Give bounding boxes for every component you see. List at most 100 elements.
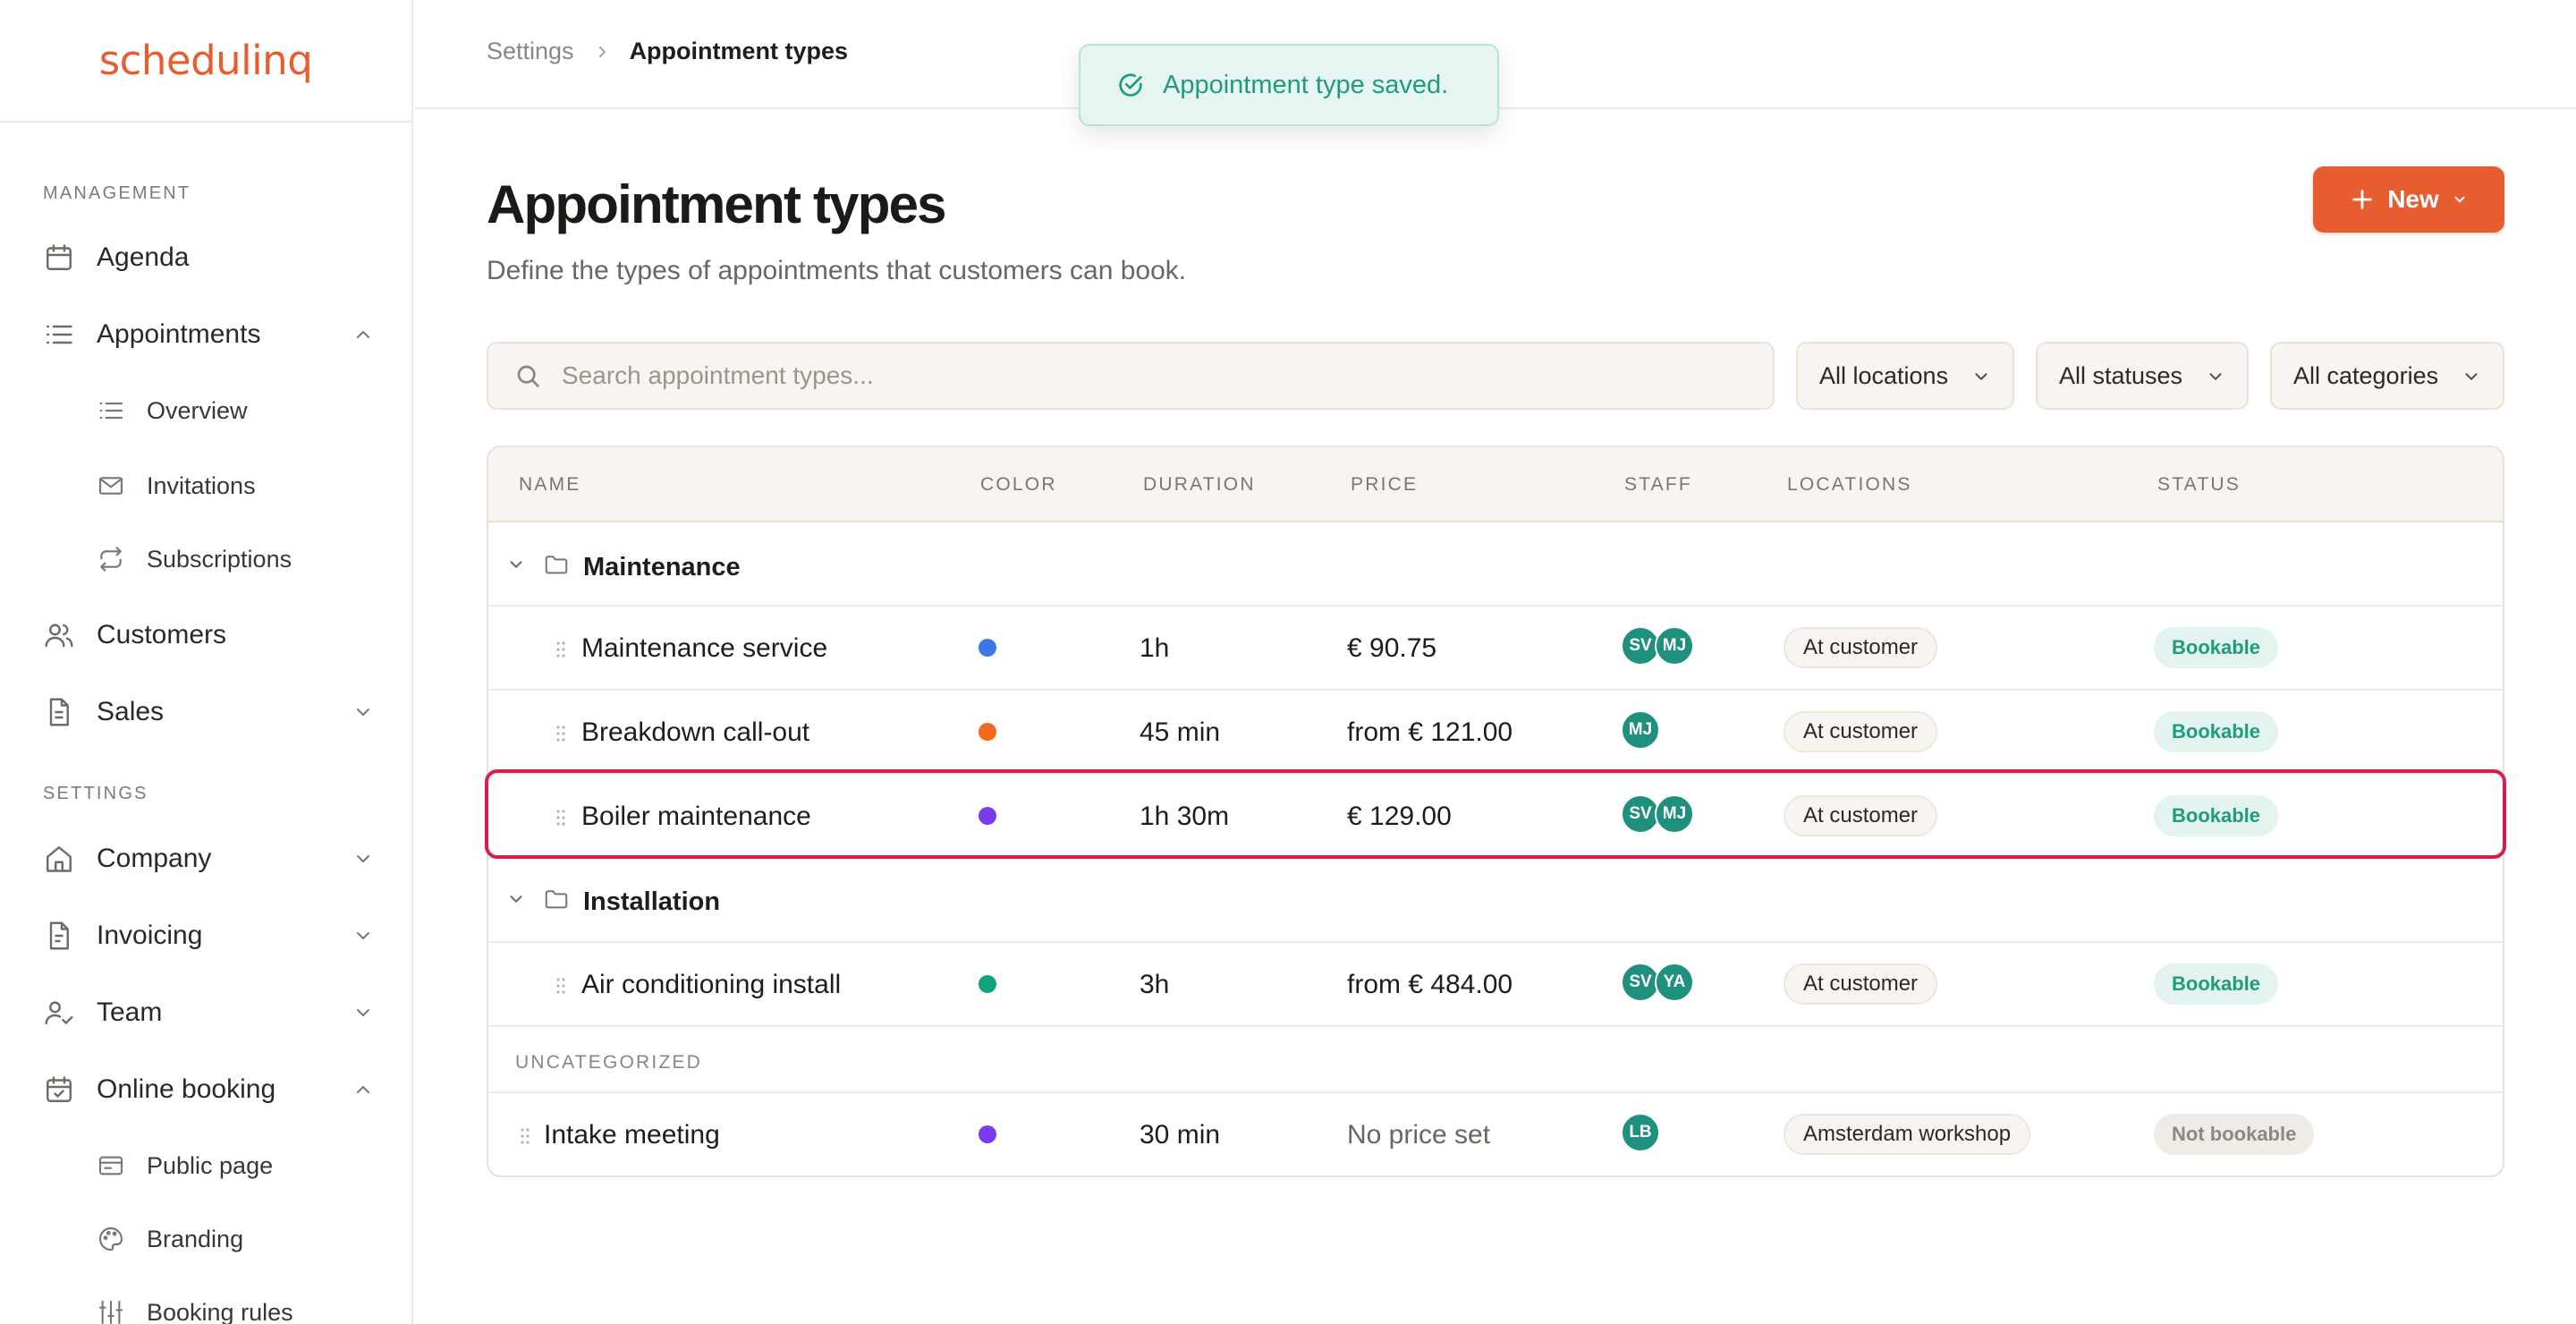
- sidebar-item-booking-rules[interactable]: Booking rules: [97, 1290, 365, 1324]
- sidebar-item-sales[interactable]: Sales: [43, 687, 374, 737]
- appointment-name[interactable]: Breakdown call-out: [581, 717, 809, 748]
- user-check-icon: [43, 997, 75, 1029]
- sidebar-item-label: Invoicing: [97, 921, 203, 950]
- search-field[interactable]: [487, 342, 1775, 410]
- appointment-types-table: NAME COLOR DURATION PRICE STAFF LOCATION…: [487, 446, 2504, 1177]
- drag-handle-icon[interactable]: [555, 639, 567, 660]
- category-filter-label: All categories: [2293, 361, 2439, 389]
- avatar[interactable]: MJ: [1655, 794, 1694, 834]
- breadcrumb-settings[interactable]: Settings: [487, 38, 574, 65]
- duration-value: 45 min: [1140, 717, 1221, 747]
- color-swatch: [979, 975, 996, 993]
- sidebar-item-overview[interactable]: Overview: [97, 388, 365, 433]
- chevron-down-icon[interactable]: [352, 1002, 374, 1023]
- sidebar-item-customers[interactable]: Customers: [43, 610, 374, 660]
- invoice-icon: [43, 920, 75, 952]
- chevron-down-icon[interactable]: [506, 555, 526, 574]
- sidebar-item-subscriptions[interactable]: Subscriptions: [97, 537, 365, 581]
- avatar[interactable]: MJ: [1655, 626, 1694, 666]
- column-header-locations: LOCATIONS: [1787, 474, 1912, 495]
- drag-handle-icon[interactable]: [519, 1125, 531, 1147]
- status-filter[interactable]: All statuses: [2036, 342, 2249, 410]
- sidebar-item-company[interactable]: Company: [43, 834, 374, 884]
- table-row[interactable]: Maintenance service 1h € 90.75 SV MJ At …: [488, 607, 2503, 691]
- drag-handle-icon[interactable]: [555, 723, 567, 744]
- document-icon: [43, 696, 75, 728]
- search-input[interactable]: [562, 361, 1724, 390]
- group-name: UNCATEGORIZED: [515, 1052, 703, 1073]
- sidebar-item-label: Booking rules: [147, 1298, 293, 1324]
- appointment-name[interactable]: Intake meeting: [544, 1120, 720, 1150]
- staff-avatars: SV YA: [1621, 963, 1694, 1002]
- table-row-selected[interactable]: Boiler maintenance 1h 30m € 129.00 SV MJ…: [488, 775, 2503, 859]
- table-row[interactable]: Air conditioning install 3h from € 484.0…: [488, 943, 2503, 1027]
- sidebar-item-label: Customers: [97, 620, 227, 649]
- sidebar-item-invoicing[interactable]: Invoicing: [43, 911, 374, 961]
- group-row-installation[interactable]: Installation: [488, 859, 2503, 943]
- section-label-management: MANAGEMENT: [43, 183, 191, 203]
- avatar[interactable]: LB: [1621, 1113, 1660, 1152]
- group-name: Installation: [583, 887, 721, 916]
- chevron-down-icon[interactable]: [352, 701, 374, 723]
- drag-handle-icon[interactable]: [555, 807, 567, 828]
- price-value: € 90.75: [1347, 633, 1437, 663]
- category-filter[interactable]: All categories: [2270, 342, 2504, 410]
- sidebar-item-label: Sales: [97, 697, 165, 726]
- chevron-down-icon: [2206, 367, 2225, 386]
- sidebar-item-branding[interactable]: Branding: [97, 1217, 365, 1261]
- duration-value: 1h 30m: [1140, 802, 1230, 831]
- price-value: from € 121.00: [1347, 717, 1513, 747]
- staff-avatars: SV MJ: [1621, 626, 1694, 666]
- column-header-duration[interactable]: DURATION: [1143, 474, 1256, 496]
- chevron-down-icon: [2452, 191, 2468, 208]
- home-icon: [43, 843, 75, 875]
- column-header-status[interactable]: STATUS: [2157, 474, 2241, 496]
- chevron-down-icon[interactable]: [352, 925, 374, 946]
- sidebar-item-appointments[interactable]: Appointments: [43, 310, 374, 360]
- breadcrumb-current: Appointment types: [629, 38, 849, 64]
- status-badge: Bookable: [2154, 795, 2279, 836]
- sidebar-item-public-page[interactable]: Public page: [97, 1143, 365, 1188]
- sidebar-item-label: Company: [97, 844, 212, 873]
- location-badge: Amsterdam workshop: [1784, 1114, 2031, 1155]
- table-row[interactable]: Breakdown call-out 45 min from € 121.00 …: [488, 691, 2503, 775]
- appointment-name[interactable]: Maintenance service: [581, 633, 827, 664]
- location-filter-label: All locations: [1819, 361, 1949, 389]
- chevron-up-icon[interactable]: [352, 1079, 374, 1100]
- avatar[interactable]: MJ: [1621, 710, 1660, 750]
- location-badge: At customer: [1784, 711, 1938, 752]
- drag-handle-icon[interactable]: [555, 975, 567, 997]
- new-button-label: New: [2387, 185, 2439, 213]
- sidebar-item-invitations[interactable]: Invitations: [97, 463, 365, 508]
- sidebar-item-label: Team: [97, 997, 163, 1027]
- section-label-settings: SETTINGS: [43, 784, 148, 803]
- avatar[interactable]: YA: [1655, 963, 1694, 1002]
- folder-icon: [542, 886, 571, 912]
- location-filter[interactable]: All locations: [1796, 342, 2014, 410]
- new-button[interactable]: New: [2313, 166, 2504, 233]
- table-header: NAME COLOR DURATION PRICE STAFF LOCATION…: [488, 447, 2503, 522]
- sidebar-item-label: Overview: [147, 396, 248, 424]
- column-header-price[interactable]: PRICE: [1351, 474, 1418, 496]
- chevron-down-icon[interactable]: [506, 889, 526, 909]
- folder-icon: [542, 551, 571, 578]
- appointment-name[interactable]: Air conditioning install: [581, 970, 841, 1000]
- chevron-down-icon[interactable]: [352, 848, 374, 870]
- table-row[interactable]: Intake meeting 30 min No price set LB Am…: [488, 1093, 2503, 1175]
- color-swatch: [979, 1125, 996, 1143]
- appointment-name[interactable]: Boiler maintenance: [581, 802, 811, 832]
- location-badge: At customer: [1784, 795, 1938, 836]
- column-header-name[interactable]: NAME: [519, 474, 580, 496]
- staff-avatars: SV MJ: [1621, 794, 1694, 834]
- chevron-up-icon[interactable]: [352, 324, 374, 345]
- sidebar-item-agenda[interactable]: Agenda: [43, 233, 374, 283]
- color-swatch: [979, 723, 996, 741]
- sidebar-item-team[interactable]: Team: [43, 988, 374, 1038]
- app-logo[interactable]: schedulinq: [99, 37, 313, 84]
- status-filter-label: All statuses: [2059, 361, 2183, 389]
- sidebar-item-online-booking[interactable]: Online booking: [43, 1065, 374, 1115]
- group-row-maintenance[interactable]: Maintenance: [488, 524, 2503, 607]
- sidebar-item-label: Invitations: [147, 471, 256, 499]
- page-description: Define the types of appointments that cu…: [487, 256, 1187, 285]
- search-icon: [513, 361, 542, 390]
